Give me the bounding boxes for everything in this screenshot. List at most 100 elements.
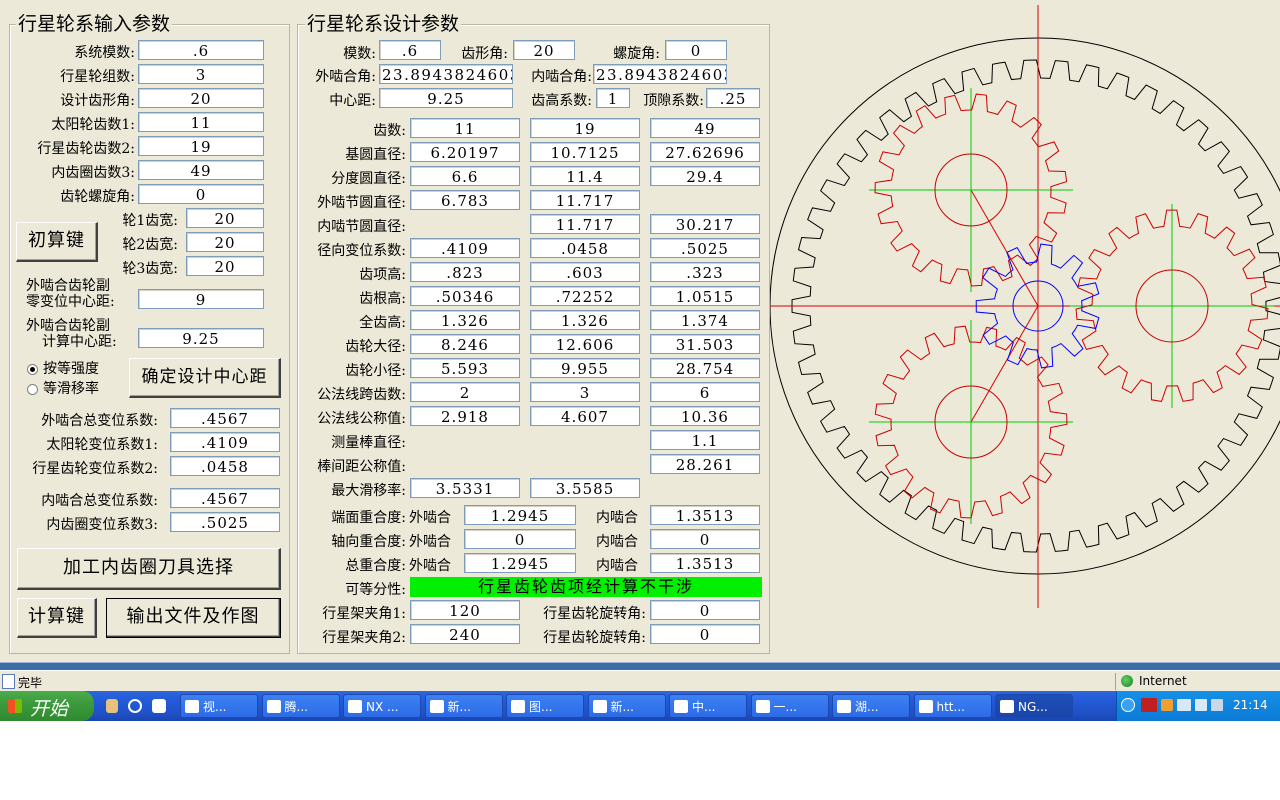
taskbar-button-label: 腾... (284, 700, 308, 714)
taskbar-button-label: NG... (1018, 700, 1048, 714)
window-icon (674, 700, 688, 713)
carrier-arm (970, 189, 1039, 307)
param-row-label: 齿项高: (359, 267, 406, 283)
modulus-value: .6 (379, 40, 441, 60)
param-row-label: 最大滑移率: (331, 483, 406, 499)
taskbar-button[interactable]: htt... (913, 694, 992, 718)
ext-overlap-value: 1.2945 (464, 505, 576, 525)
equal-strength-label[interactable]: 按等强度 (43, 360, 99, 378)
helix-angle-label: 螺旋角: (613, 46, 660, 62)
param-cell: 6 (650, 382, 760, 402)
system-modulus-input[interactable]: .6 (138, 40, 264, 60)
carrier-arm (970, 305, 1039, 423)
param-row-label: 棒间距公称值: (317, 459, 406, 475)
field-label: 太阳轮齿数1: (51, 117, 135, 133)
param-row-label: 公法线公称值: (317, 411, 406, 427)
param-row-label: 齿轮小径: (345, 363, 406, 379)
tray-app-icon[interactable] (1161, 699, 1173, 711)
output-and-plot-button[interactable]: 输出文件及作图 (106, 598, 281, 638)
param-cell: 1.0515 (650, 286, 760, 306)
addendum-coef-label: 齿高系数: (531, 93, 592, 109)
tray-expand-icon[interactable] (1121, 698, 1135, 712)
taskbar-button[interactable]: NG... (995, 694, 1073, 718)
ring-teeth-input[interactable]: 49 (138, 160, 264, 180)
helix-angle-input[interactable]: 0 (138, 184, 264, 204)
taskbar-button[interactable]: 湖... (832, 694, 910, 718)
param-cell: 2 (410, 382, 520, 402)
ext-mesh-label: 外啮合 (409, 558, 451, 574)
quicklaunch-icon[interactable] (152, 699, 166, 713)
taskbar-button-label: 新... (610, 700, 634, 714)
param-row-label: 测量棒直径: (331, 435, 406, 451)
start-button[interactable]: 开始 (0, 691, 94, 721)
equal-slip-label[interactable]: 等滑移率 (43, 380, 99, 398)
param-cell: 9.955 (530, 358, 640, 378)
calculate-button[interactable]: 计算键 (17, 598, 97, 638)
pressure-angle-input[interactable]: 20 (138, 88, 264, 108)
quicklaunch-icon[interactable] (106, 699, 118, 713)
pressure-angle-label: 齿形角: (461, 46, 508, 62)
clearance-coef-value: .25 (706, 88, 760, 108)
taskbar-button[interactable]: 新... (587, 694, 666, 718)
confirm-center-distance-button[interactable]: 确定设计中心距 (129, 358, 281, 398)
taskbar-button[interactable]: 视... (180, 694, 258, 718)
shift-label: 内啮合总变位系数: (41, 493, 158, 509)
taskbar: 开始 视... 腾... NX ... 新... 图... 新... 中... 一... 湖..… (0, 691, 1280, 721)
planet-teeth-input[interactable]: 19 (138, 136, 264, 156)
gear1-width-input[interactable]: 20 (186, 208, 264, 228)
ext-mesh-label: 外啮合 (409, 534, 451, 550)
volume-icon[interactable] (1195, 699, 1207, 711)
planet-rotation-2-label: 行星齿轮旋转角: (543, 630, 646, 646)
param-cell: 10.7125 (530, 142, 640, 162)
int-mesh-angle-value: 23.8943824603 (593, 64, 727, 84)
param-cell: 29.4 (650, 166, 760, 186)
taskbar-button[interactable]: 中... (669, 694, 747, 718)
param-row-label: 外啮节圆直径: (317, 195, 406, 211)
planetary-gear-drawing (770, 5, 1280, 608)
gear2-width-input[interactable]: 20 (186, 232, 264, 252)
param-cell: .50346 (410, 286, 520, 306)
param-cell: 4.607 (530, 406, 640, 426)
status-bar: 完毕 Internet (0, 670, 1280, 692)
param-cell: .823 (410, 262, 520, 282)
overlap-label: 端面重合度: (331, 510, 406, 526)
zero-center-distance-value: 9 (138, 289, 264, 309)
taskbar-button[interactable]: 图... (506, 694, 584, 718)
ext-overlap-value: 1.2945 (464, 553, 576, 573)
modulus-label: 模数: (343, 46, 376, 62)
ring-tool-select-button[interactable]: 加工内齿圈刀具选择 (17, 548, 281, 590)
planet-rotation-1-label: 行星齿轮旋转角: (543, 606, 646, 622)
start-label: 开始 (30, 698, 69, 720)
param-cell: 11.717 (530, 190, 640, 210)
input-method-icon[interactable] (1141, 698, 1157, 712)
taskbar-button[interactable]: 新... (424, 694, 503, 718)
init-calc-button[interactable]: 初算键 (16, 222, 98, 262)
planet-group-count-input[interactable]: 3 (138, 64, 264, 84)
param-row-label: 齿数: (373, 123, 406, 139)
taskbar-button[interactable]: NX ... (343, 694, 421, 718)
shift-label: 内齿圈变位系数3: (46, 517, 158, 533)
carrier-angle-1-label: 行星架夹角1: (322, 606, 406, 622)
network-icon[interactable] (1177, 699, 1191, 711)
param-cell: 19 (530, 118, 640, 138)
ext-total-shift-value: .4567 (170, 408, 280, 428)
quicklaunch-icon[interactable] (128, 699, 142, 713)
calc-center-label-2: 计算中心距: (42, 334, 117, 350)
window-icon (1000, 700, 1014, 713)
equal-strength-radio[interactable] (27, 364, 38, 375)
int-mesh-label: 内啮合 (596, 534, 638, 550)
param-row-label: 基圆直径: (345, 147, 406, 163)
shift-label: 行星齿轮变位系数2: (32, 461, 158, 477)
equal-slip-radio[interactable] (27, 384, 38, 395)
taskbar-button[interactable]: 腾... (261, 694, 340, 718)
taskbar-button[interactable]: 一... (750, 694, 829, 718)
taskbar-button-label: 视... (203, 700, 227, 714)
window-icon (348, 700, 362, 713)
tray-misc-icon[interactable] (1211, 699, 1223, 711)
param-cell: 11.717 (530, 214, 640, 234)
sun-teeth-input[interactable]: 11 (138, 112, 264, 132)
field-label: 齿轮螺旋角: (60, 189, 135, 205)
field-label: 行星轮组数: (60, 69, 135, 85)
gear3-width-input[interactable]: 20 (186, 256, 264, 276)
param-cell: 3 (530, 382, 640, 402)
